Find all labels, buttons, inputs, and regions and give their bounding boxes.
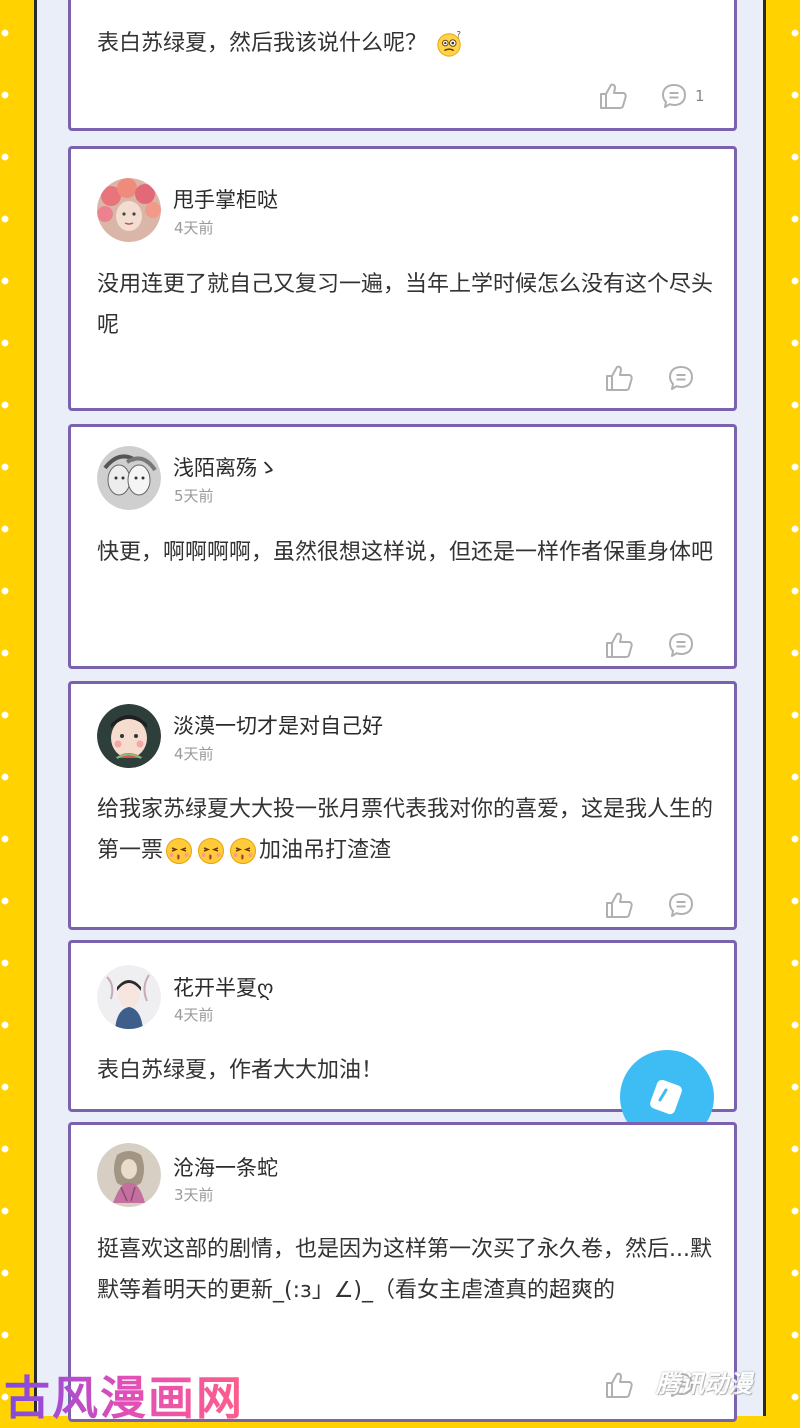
- comment-card: 淡漠一切才是对自己好 4天前 给我家苏绿夏大大投一张月票代表我对你的喜爱，这是我…: [68, 681, 737, 930]
- username[interactable]: 淡漠一切才是对自己好: [173, 710, 383, 740]
- comment-text-tail: 加油吊打渣渣: [259, 838, 392, 863]
- comment-time: 3天前: [174, 1186, 214, 1204]
- comment-text: 快更，啊啊啊啊，虽然很想这样说，但还是一样作者保重身体吧: [97, 540, 714, 565]
- comment-time: 5天前: [174, 487, 214, 505]
- comment-card: 浅陌离殇ゝ 5天前 快更，啊啊啊啊，虽然很想这样说，但还是一样作者保重身体吧: [68, 424, 737, 669]
- comment-icon[interactable]: [668, 892, 694, 918]
- comment-text: 表白苏绿夏，然后我该说什么呢？: [97, 31, 428, 56]
- like-icon[interactable]: [604, 363, 634, 393]
- comment-card: 甩手掌柜哒 4天前 没用连更了就自己又复习一遍，当年上学时候怎么没有这个尽头呢: [68, 146, 737, 411]
- left-polka-border: [0, 0, 10, 1416]
- avatar[interactable]: [97, 178, 161, 242]
- comment-time: 4天前: [174, 745, 214, 763]
- avatar[interactable]: [97, 704, 161, 768]
- comment-icon[interactable]: [661, 83, 687, 109]
- comment-text: 没用连更了就自己又复习一遍，当年上学时候怎么没有这个尽头呢: [97, 272, 714, 338]
- comment-time: 4天前: [174, 1006, 214, 1024]
- site-watermark: 古风漫画网: [4, 1362, 244, 1428]
- kissing-face-icon: [229, 837, 257, 865]
- kissing-face-icon: [197, 837, 225, 865]
- username[interactable]: 沧海一条蛇: [173, 1152, 278, 1182]
- comment-time: 4天前: [174, 219, 214, 237]
- username[interactable]: 花开半夏ღ: [173, 972, 274, 1002]
- username[interactable]: 浅陌离殇ゝ: [173, 452, 278, 482]
- like-icon[interactable]: [604, 890, 634, 920]
- username[interactable]: 甩手掌柜哒: [173, 184, 278, 214]
- like-icon[interactable]: [604, 1370, 634, 1400]
- avatar[interactable]: [97, 965, 161, 1029]
- publisher-watermark: 腾讯动漫: [656, 1370, 752, 1398]
- kissing-face-icon: [165, 837, 193, 865]
- like-icon[interactable]: [604, 630, 634, 660]
- comment-text: 挺喜欢这部的剧情，也是因为这样第一次买了永久卷，然后...默默等着明天的更新_(…: [97, 1237, 712, 1303]
- avatar[interactable]: [97, 1143, 161, 1207]
- comment-icon[interactable]: [668, 632, 694, 658]
- confused-face-icon: ?: [437, 30, 461, 57]
- comment-icon[interactable]: [668, 365, 694, 391]
- avatar[interactable]: [97, 446, 161, 510]
- reply-count: 1: [695, 87, 705, 105]
- comment-card: 表白苏绿夏，然后我该说什么呢？ ? 1: [68, 0, 737, 131]
- right-polka-border: [790, 0, 800, 1416]
- svg-text:?: ?: [457, 30, 461, 39]
- like-icon[interactable]: [598, 81, 628, 111]
